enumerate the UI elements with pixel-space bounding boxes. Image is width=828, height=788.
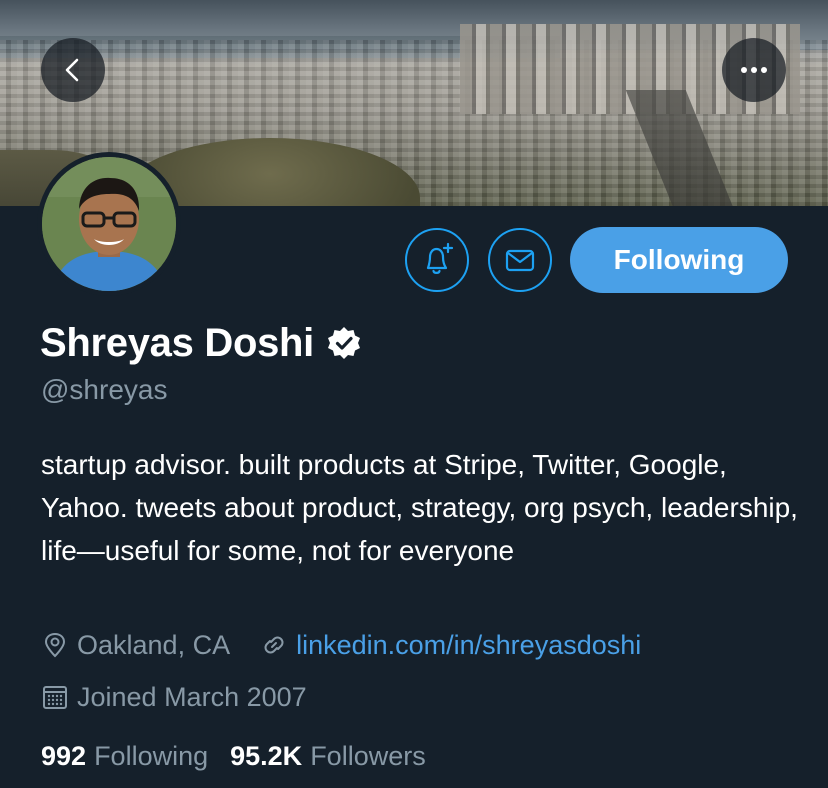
- avatar-frame[interactable]: [37, 152, 181, 296]
- follow-stats: 992 Following 95.2K Followers: [41, 737, 448, 775]
- following-stat[interactable]: 992 Following: [41, 741, 230, 772]
- joined-date: Joined March 2007: [77, 681, 307, 712]
- profile-bio: startup advisor. built products at Strip…: [41, 449, 798, 566]
- verified-badge-icon: [328, 327, 360, 359]
- website-link[interactable]: linkedin.com/in/shreyasdoshi: [296, 630, 641, 661]
- link-icon: [264, 636, 284, 654]
- location-group: Oakland, CA: [41, 630, 230, 661]
- more-options-button[interactable]: [722, 38, 786, 102]
- following-label: Following: [94, 740, 209, 771]
- back-button[interactable]: [41, 38, 105, 102]
- followers-count: 95.2K: [230, 740, 303, 771]
- ellipsis-icon: [741, 67, 767, 73]
- profile-handle: @shreyas: [41, 374, 168, 405]
- joined-row: Joined March 2007: [41, 678, 307, 716]
- following-count: 992: [41, 740, 87, 771]
- location-pin-icon: [44, 632, 66, 658]
- bell-plus-icon: [426, 242, 454, 274]
- envelope-icon: [505, 249, 535, 272]
- following-button[interactable]: Following: [570, 227, 788, 293]
- notifications-button[interactable]: [405, 228, 469, 292]
- profile-name-row: Shreyas Doshi: [40, 318, 362, 368]
- message-button[interactable]: [488, 228, 552, 292]
- profile-meta-row: Oakland, CA linkedin.com/in/shreyasdoshi: [41, 626, 641, 664]
- chevron-left-icon: [65, 58, 79, 82]
- location-text: Oakland, CA: [77, 629, 231, 660]
- profile-name: Shreyas Doshi: [40, 320, 314, 365]
- avatar: [42, 157, 176, 291]
- followers-label: Followers: [310, 740, 426, 771]
- followers-stat[interactable]: 95.2K Followers: [230, 741, 448, 772]
- calendar-icon: [43, 686, 67, 709]
- avatar-photo: [42, 157, 176, 291]
